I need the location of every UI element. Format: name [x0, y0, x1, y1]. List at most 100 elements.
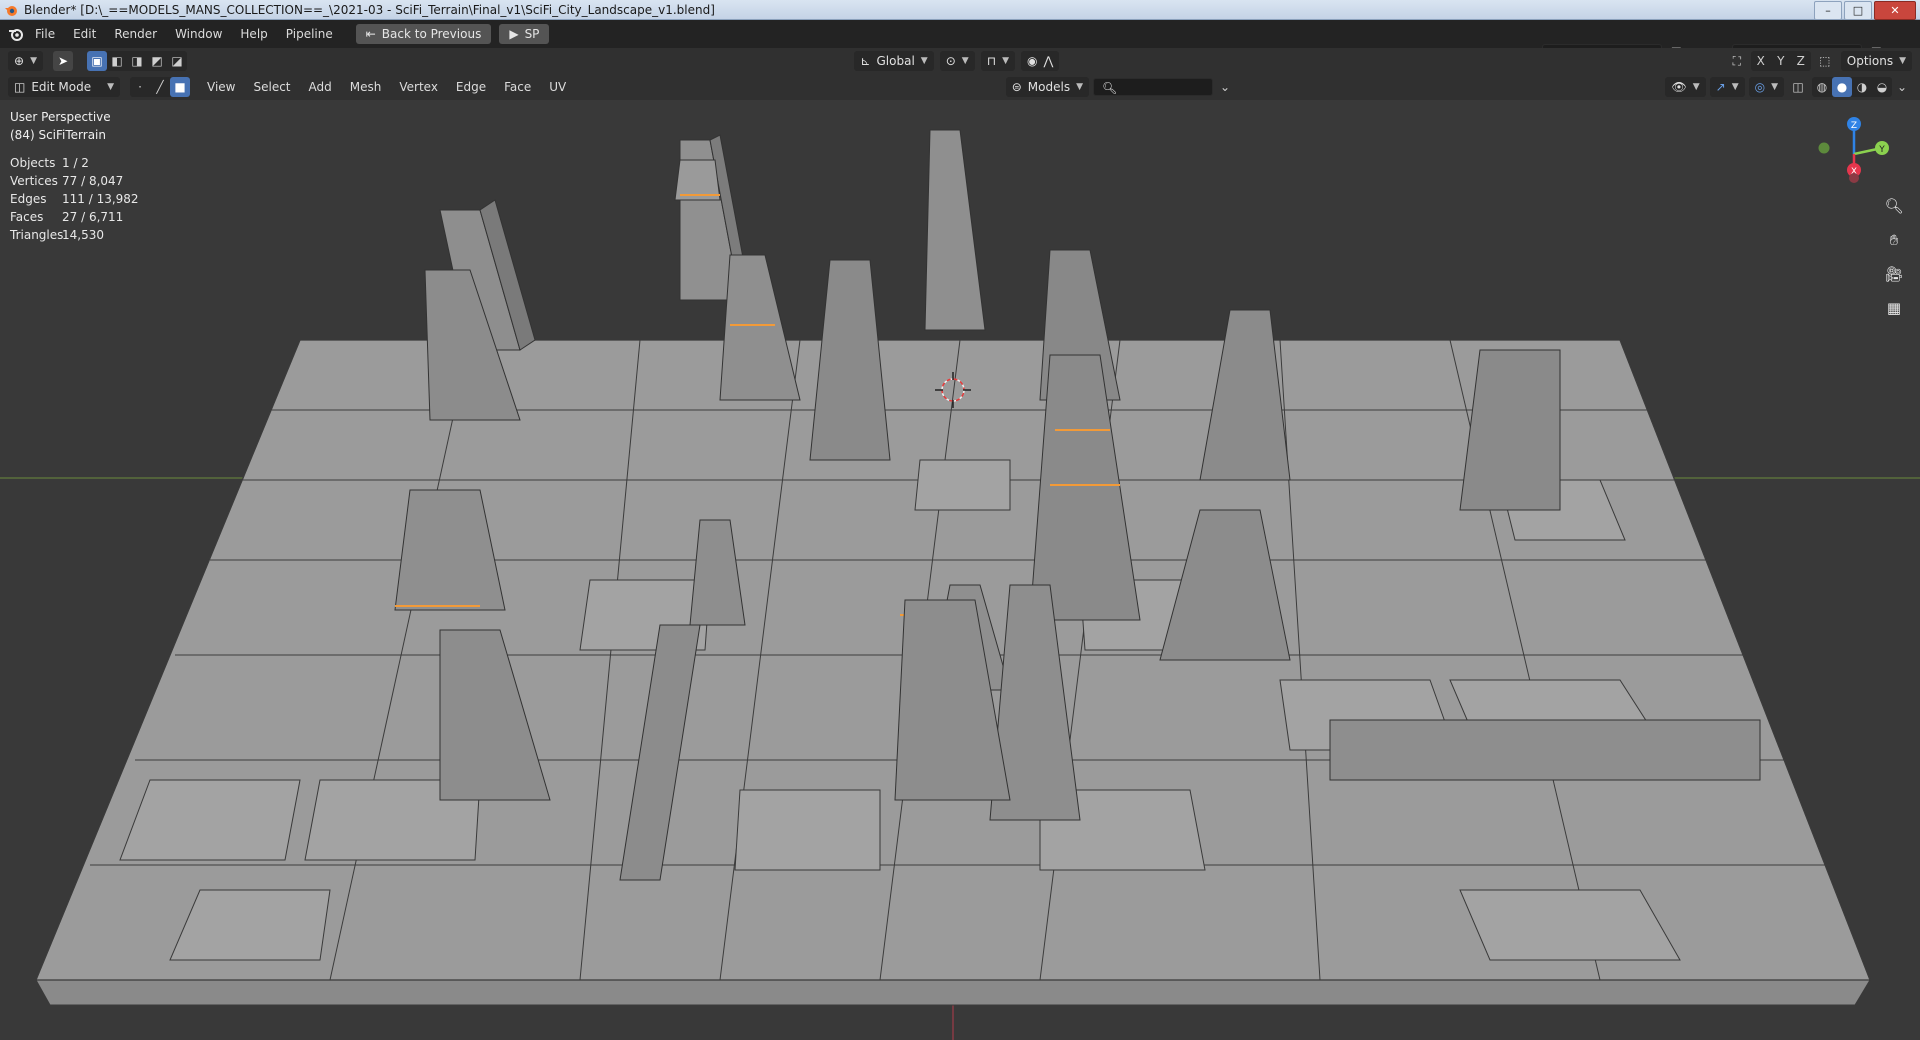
select-subtract-icon[interactable]: ◨ — [127, 51, 147, 71]
menu-uv[interactable]: UV — [540, 77, 575, 97]
menu-edge[interactable]: Edge — [447, 77, 495, 97]
window-title: Blender* [D:\_==MODELS_MANS_COLLECTION==… — [24, 2, 715, 17]
chevron-down-icon: ▼ — [920, 56, 928, 66]
tool-header: ⊕ ▼ ➤ ▣ ◧ ◨ ◩ ◪ ⊾ Global ▼ ⊙ ▼ ⊓ ▼ ◉ ⋀ ⛶ X … — [0, 48, 1920, 74]
viewport-search-input[interactable]: 🔍︎ — [1093, 78, 1213, 96]
gizmo-z-label: Z — [1851, 121, 1857, 131]
select-mode-group: ⋅ ╱ ■ — [130, 77, 190, 97]
orientation-icon: ⊾ — [860, 54, 871, 68]
pivot-dropdown[interactable]: ⊙ ▼ — [939, 51, 975, 71]
rendered-shading-icon[interactable]: ◒ — [1872, 77, 1892, 97]
zoom-icon[interactable]: 🔍︎ — [1880, 192, 1908, 220]
mirror-z-button[interactable]: Z — [1791, 51, 1811, 71]
search-icon: 🔍︎ — [1102, 81, 1118, 95]
vertex-select-icon[interactable]: ⋅ — [130, 77, 150, 97]
stat-value: 1 / 2 — [62, 156, 89, 170]
snap-dropdown[interactable]: ⊓ ▼ — [980, 51, 1015, 71]
camera-icon[interactable]: 🎥︎ — [1880, 260, 1908, 288]
statistics-overlay: Objects 1 / 2 Vertices 77 / 8,047 Edges 111… — [10, 154, 139, 244]
filter-dropdown-icon[interactable]: ⌄ — [1215, 78, 1235, 96]
stat-row-vertices: Vertices 77 / 8,047 — [10, 172, 139, 190]
active-object-label: (84) SciFiTerrain — [10, 128, 106, 142]
select-new-icon[interactable]: ▣ — [86, 51, 107, 71]
eye-icon: 👁︎ — [1671, 80, 1687, 94]
menu-pipeline[interactable]: Pipeline — [277, 24, 342, 44]
menu-view[interactable]: View — [198, 77, 244, 97]
options-label: Options — [1846, 54, 1894, 68]
blender-logo-icon — [5, 5, 17, 16]
mirror-axis-group: X Y Z — [1750, 51, 1811, 71]
face-select-icon[interactable]: ■ — [170, 77, 190, 97]
options-dropdown[interactable]: Options ▼ — [1840, 51, 1912, 71]
3d-viewport[interactable]: User Perspective (84) SciFiTerrain Objec… — [0, 100, 1920, 1040]
pivot-icon: ⊙ — [945, 54, 956, 68]
mirror-icon[interactable]: ⛶ — [1727, 52, 1747, 70]
proportional-edit-icon: ◉ — [1026, 54, 1038, 68]
overlay-dropdown[interactable]: ◎ ▼ — [1748, 77, 1785, 97]
menu-mesh[interactable]: Mesh — [341, 77, 391, 97]
edge-select-icon[interactable]: ╱ — [150, 77, 170, 97]
chevron-down-icon: ▼ — [1899, 56, 1906, 66]
pan-hand-icon[interactable]: ✋︎ — [1880, 226, 1908, 254]
stat-value: 14,530 — [62, 228, 104, 242]
stat-value: 77 / 8,047 — [62, 174, 124, 188]
scene-render[interactable] — [0, 100, 1920, 1040]
menu-add[interactable]: Add — [300, 77, 341, 97]
mode-dropdown[interactable]: ◫ Edit Mode ▼ — [8, 77, 120, 97]
wireframe-shading-icon[interactable]: ◍ — [1812, 77, 1832, 97]
proportional-edit-dropdown[interactable]: ◉ ⋀ — [1020, 51, 1060, 71]
stat-label: Edges — [10, 192, 47, 206]
navigation-gizmo[interactable]: Z Y X — [1814, 114, 1894, 194]
gizmo-neg-y-icon[interactable] — [1818, 142, 1830, 154]
close-button[interactable]: ✕ — [1874, 1, 1916, 20]
select-tool-icon[interactable]: ➤ — [52, 51, 73, 71]
chevron-down-icon: ▼ — [1692, 82, 1700, 92]
chevron-down-icon: ▼ — [1771, 82, 1779, 92]
gizmo-y-label: Y — [1878, 145, 1885, 155]
xray-icon[interactable]: ◫ — [1788, 78, 1808, 96]
menu-face[interactable]: Face — [495, 77, 540, 97]
material-shading-icon[interactable]: ◑ — [1852, 77, 1872, 97]
minimize-button[interactable]: – — [1814, 1, 1842, 20]
snap-icon: ⊓ — [986, 54, 997, 68]
viewport-info: User Perspective (84) SciFiTerrain — [10, 108, 111, 144]
collection-icon: ⊜ — [1011, 80, 1022, 94]
editor-type-dropdown[interactable]: ⊕ ▼ — [8, 51, 43, 71]
stat-row-triangles: Triangles 14,530 — [10, 226, 139, 244]
select-extend-icon[interactable]: ◧ — [107, 51, 127, 71]
top-menu-bar: File Edit Render Window Help Pipeline ⇤ … — [0, 20, 1920, 62]
transform-orientation-dropdown[interactable]: ⊾ Global ▼ — [854, 51, 934, 71]
auto-merge-icon[interactable]: ⬚ — [1815, 52, 1835, 70]
grid-perspective-icon[interactable]: ▦ — [1880, 294, 1908, 322]
sp-button[interactable]: ▶ SP — [499, 24, 550, 44]
gizmo-dropdown[interactable]: ↗ ▼ — [1709, 77, 1745, 97]
stat-label: Vertices — [10, 174, 58, 188]
solid-shading-icon[interactable]: ● — [1832, 77, 1853, 97]
window-titlebar: Blender* [D:\_==MODELS_MANS_COLLECTION==… — [0, 0, 1920, 20]
gizmo-neg-x-icon[interactable] — [1849, 173, 1859, 183]
menu-vertex[interactable]: Vertex — [390, 77, 447, 97]
navigation-tools: 🔍︎ ✋︎ 🎥︎ ▦ — [1880, 192, 1908, 322]
back-to-previous-button[interactable]: ⇤ Back to Previous — [355, 24, 492, 44]
menu-select[interactable]: Select — [244, 77, 299, 97]
shading-options-dropdown[interactable]: ⌄ — [1892, 78, 1912, 96]
menu-edit[interactable]: Edit — [64, 24, 105, 44]
menu-file[interactable]: File — [26, 24, 64, 44]
blender-menu-icon[interactable] — [6, 25, 26, 43]
stat-value: 111 / 13,982 — [62, 192, 139, 206]
shading-group: ◍ ● ◑ ◒ — [1812, 77, 1893, 97]
orientation-label: Global — [876, 54, 915, 68]
select-invert-icon[interactable]: ◩ — [147, 51, 167, 71]
back-to-previous-label: Back to Previous — [381, 27, 482, 41]
collection-dropdown[interactable]: ⊜ Models ▼ — [1005, 77, 1089, 97]
mirror-y-button[interactable]: Y — [1771, 51, 1791, 71]
mirror-x-button[interactable]: X — [1751, 51, 1771, 71]
menu-help[interactable]: Help — [231, 24, 276, 44]
menu-render[interactable]: Render — [105, 24, 166, 44]
visibility-dropdown[interactable]: 👁︎ ▼ — [1665, 77, 1706, 97]
window-controls: – □ ✕ — [1814, 1, 1916, 20]
select-intersect-icon[interactable]: ◪ — [167, 51, 187, 71]
maximize-button[interactable]: □ — [1844, 1, 1872, 20]
chevron-down-icon: ▼ — [107, 82, 114, 92]
menu-window[interactable]: Window — [166, 24, 231, 44]
